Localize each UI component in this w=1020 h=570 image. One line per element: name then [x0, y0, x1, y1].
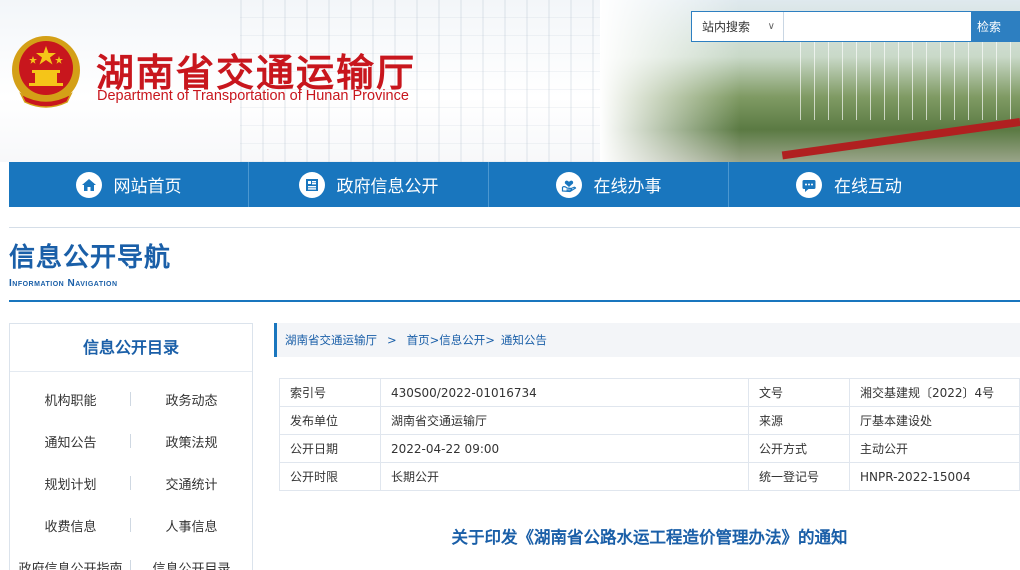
- sidebar-item-disclosure-catalog[interactable]: 信息公开目录: [131, 546, 252, 570]
- nav-item-label: 在线互动: [834, 177, 902, 197]
- search-button[interactable]: 检索: [971, 12, 1019, 41]
- sidebar-item-gov-news[interactable]: 政务动态: [131, 378, 252, 420]
- chat-icon: [796, 171, 822, 198]
- table-row: 公开时限 长期公开 统一登记号 HNPR-2022-15004: [279, 462, 1020, 491]
- breadcrumb-root-link[interactable]: 湖南省交通运输厅: [285, 332, 377, 348]
- search-input[interactable]: [784, 12, 971, 41]
- search-bar: 站内搜索 ∨ 检索: [691, 11, 1020, 42]
- home-icon: [75, 171, 102, 198]
- site-header: 湖南省交通运输厅 Department of Transportation of…: [0, 0, 1020, 162]
- sidebar-item-org-functions[interactable]: 机构职能: [10, 378, 131, 420]
- info-value: 厅基本建设处: [849, 406, 1020, 435]
- info-value: 长期公开: [380, 462, 749, 491]
- breadcrumb: 湖南省交通运输厅 > 首页>信息公开> 通知公告: [274, 323, 1020, 357]
- nav-item-online-interaction[interactable]: 在线互动: [729, 162, 969, 207]
- sidebar-item-policies[interactable]: 政策法规: [131, 420, 252, 462]
- nav-item-label: 网站首页: [113, 177, 182, 197]
- info-label: 来源: [748, 406, 850, 435]
- sidebar-item-statistics[interactable]: 交通统计: [131, 462, 252, 504]
- divider: [9, 227, 1020, 228]
- info-label: 公开日期: [279, 434, 381, 463]
- info-label: 索引号: [279, 378, 381, 407]
- info-value: 2022-04-22 09:00: [380, 434, 749, 463]
- sidebar-item-notices[interactable]: 通知公告: [10, 420, 131, 462]
- nav-item-label: 政府信息公开: [336, 177, 439, 197]
- info-value: 湖南省交通运输厅: [380, 406, 749, 435]
- info-value: 湘交基建规〔2022〕4号: [849, 378, 1020, 407]
- section-title-en: Information Navigation: [9, 278, 118, 289]
- table-row: 公开日期 2022-04-22 09:00 公开方式 主动公开: [279, 434, 1020, 463]
- document-info-table: 索引号 430S00/2022-01016734 文号 湘交基建规〔2022〕4…: [279, 378, 1020, 491]
- table-row: 索引号 430S00/2022-01016734 文号 湘交基建规〔2022〕4…: [279, 378, 1020, 407]
- sidebar-title: 信息公开目录: [10, 324, 252, 372]
- nav-item-home[interactable]: 网站首页: [9, 162, 249, 207]
- notice-title: 关于印发《湖南省公路水运工程造价管理办法》的通知: [451, 528, 848, 547]
- info-value: 主动公开: [849, 434, 1020, 463]
- nav-item-online-services[interactable]: 在线办事: [489, 162, 729, 207]
- info-label: 发布单位: [279, 406, 381, 435]
- section-heading: 信息公开导航 Information Navigation: [9, 237, 171, 289]
- info-label: 公开方式: [748, 434, 850, 463]
- breadcrumb-separator: >: [387, 333, 397, 347]
- divider: [9, 300, 1020, 302]
- info-label: 文号: [748, 378, 850, 407]
- breadcrumb-path-link[interactable]: 首页>信息公开>: [407, 332, 495, 348]
- main-nav: 网站首页 政府信息公开 在线办事 在线互动: [9, 162, 1020, 207]
- hand-heart-icon: [555, 171, 582, 198]
- section-title: 信息公开导航: [9, 243, 172, 273]
- nav-item-government-info[interactable]: 政府信息公开: [249, 162, 489, 207]
- search-scope-select[interactable]: 站内搜索 ∨: [692, 12, 784, 41]
- sidebar-item-disclosure-guide[interactable]: 政府信息公开指南: [10, 546, 131, 570]
- national-emblem-icon: [12, 36, 80, 108]
- info-value: HNPR-2022-15004: [849, 462, 1020, 491]
- sidebar-item-plans[interactable]: 规划计划: [10, 462, 131, 504]
- sidebar: 信息公开目录 机构职能 政务动态 通知公告 政策法规 规划计划 交通统计 收费信…: [9, 323, 253, 570]
- document-icon: [298, 171, 325, 198]
- nav-item-label: 在线办事: [593, 177, 662, 197]
- site-subtitle: Department of Transportation of Hunan Pr…: [97, 88, 409, 104]
- table-row: 发布单位 湖南省交通运输厅 来源 厅基本建设处: [279, 406, 1020, 435]
- info-label: 统一登记号: [748, 462, 850, 491]
- info-label: 公开时限: [279, 462, 381, 491]
- chevron-down-icon: ∨: [767, 21, 775, 32]
- breadcrumb-current-link[interactable]: 通知公告: [501, 332, 547, 348]
- search-scope-label: 站内搜索: [702, 20, 751, 34]
- sidebar-item-fees[interactable]: 收费信息: [10, 504, 131, 546]
- info-value: 430S00/2022-01016734: [380, 378, 749, 407]
- sidebar-menu: 机构职能 政务动态 通知公告 政策法规 规划计划 交通统计 收费信息 人事信息 …: [10, 372, 252, 570]
- sidebar-item-personnel[interactable]: 人事信息: [131, 504, 252, 546]
